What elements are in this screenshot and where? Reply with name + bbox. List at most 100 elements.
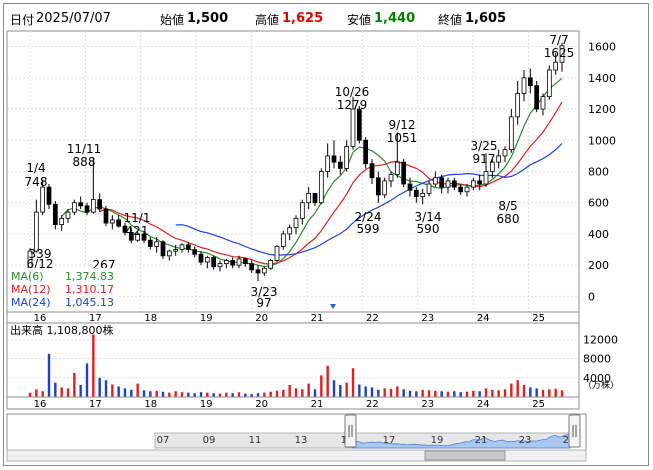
x-axis-tick-label: 25 [532,313,545,324]
volume-bar [516,380,519,397]
volume-bar [522,385,526,397]
volume-bar [282,389,285,397]
candle-body [388,174,394,182]
candle-body [382,180,388,196]
x-axis-tick-label: 16 [34,313,47,324]
volume-bar [206,392,209,397]
candle-body [470,180,476,188]
y-axis-tick-label: 200 [588,259,609,272]
x-axis-tick-label: 18 [144,313,157,324]
volume-bar [446,391,450,397]
volume-bar [123,388,127,397]
annotation-value: 1625 [544,46,575,60]
volume-bar [472,390,475,397]
y-axis-tick-label: 600 [588,197,609,210]
candle [363,137,369,169]
navigator-left-handle[interactable] [344,414,357,448]
volume-bar [503,389,507,397]
candle [382,177,388,199]
volume-bar [491,389,494,397]
candle-body [426,183,432,194]
annotation-date: 8/5 [498,199,517,213]
navigator-tick-label: 11 [249,435,262,446]
x-axis-tick-label: 24 [477,313,490,324]
candle-body [84,205,90,213]
volume-bar [256,393,260,397]
navigator-right-handle-body[interactable] [568,414,581,448]
volume-bar [54,382,57,397]
x-axis-tick-label: 23 [421,313,434,324]
volume-bar [28,392,32,397]
volume-bar [478,391,481,397]
volume-bar [180,392,184,397]
volume-bar [326,365,329,397]
y-axis-tick-label: 400 [588,228,609,241]
volume-bar [560,390,564,397]
volume-bar [484,388,488,397]
candle-body [331,155,337,163]
volume-bar [548,389,551,397]
navigator-right-handle[interactable] [568,414,581,448]
annotation-value: 748 [25,175,48,189]
candle-body [496,155,502,163]
candle-body [293,217,299,229]
volume-bar [529,387,532,397]
volume-bar [497,390,500,397]
navigator-left-handle-body[interactable] [344,414,357,448]
annotation-value: 590 [417,222,440,236]
volume-bar [554,388,557,397]
scrollbar-thumb[interactable] [424,450,506,461]
candle-body [46,186,52,205]
volume-bar [98,377,101,397]
volume-bar [339,385,342,397]
candle-body [78,202,84,207]
candle-body [287,227,293,235]
candle-body [109,219,115,224]
annotation-value: 1279 [337,98,368,112]
annotation-date: 3/25 [471,139,498,153]
candle-body [40,186,46,213]
candle-body [394,161,400,176]
annotation-value: 599 [357,222,380,236]
candle-body [401,161,407,185]
candle-body [375,177,381,196]
candle-body [464,186,470,193]
stock-chart: 020040060080010001200140016001/474811/11… [6,30,619,462]
volume-bar [377,389,380,397]
annotation-value: 680 [497,212,520,226]
candle-body [185,244,191,250]
candle-body [337,161,343,169]
candle-body [527,77,533,87]
candle-body [230,260,236,266]
candle-body [249,263,255,271]
volume-x-tick-label: 19 [200,399,213,410]
candle-body [198,253,204,263]
volume-bar [85,363,89,397]
y-axis-tick-label: 1200 [588,103,616,116]
candle-body [483,171,489,185]
volume-x-tick-label: 21 [311,399,324,410]
candle-body [546,69,552,97]
volume-bar [225,392,228,397]
volume-bar [187,392,190,397]
volume-bar [427,390,431,397]
candle-body [242,258,248,265]
x-axis-tick-label: 20 [255,313,268,324]
volume-bar [269,391,272,397]
candle-body [369,163,375,179]
annotation-date: 7/7 [549,33,568,47]
volume-bar [351,368,355,397]
volume-bar [332,380,336,397]
legend-label: MA(6) [11,270,44,283]
candle [280,230,286,250]
annotation-value: 917 [473,152,496,166]
volume-x-tick-label: 18 [144,399,157,410]
volume-bar [301,389,304,397]
volume-axis-tick-label: 8000 [583,353,611,366]
volume-bar [193,393,196,397]
volume-bar [510,383,513,397]
volume-x-tick-label: 17 [89,399,102,410]
navigator-tick-label: 21 [475,435,488,446]
volume-bar [440,391,443,397]
volume-bar [389,388,393,397]
